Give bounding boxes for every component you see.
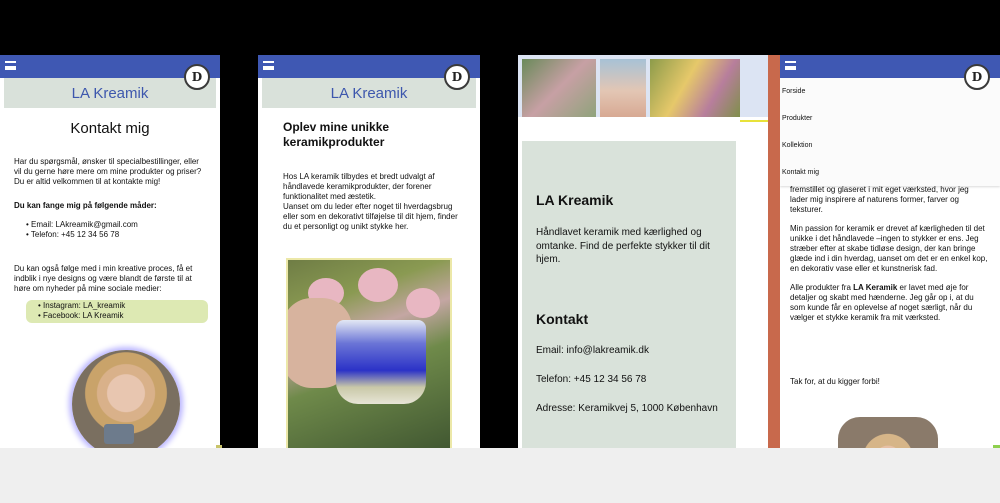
blue-mug-shape	[336, 320, 426, 404]
about-paragraph: Min passion for keramik er drevet af kær…	[790, 224, 988, 273]
contact-content: Har du spørgsmål, ønsker til specialbest…	[0, 157, 220, 323]
brand-title[interactable]: LA Kreamik	[72, 85, 149, 102]
page-title: Kontakt mig	[70, 120, 150, 137]
thanks-text: Tak for, at du kigger forbi!	[790, 377, 880, 386]
info-card: LA Kreamik Håndlavet keramik med kærligh…	[522, 141, 736, 448]
contact-heading: Kontakt	[536, 310, 589, 327]
gallery-image[interactable]	[650, 59, 740, 117]
email-item[interactable]: Email: LAkreamik@gmail.com	[26, 220, 208, 230]
address-line: Adresse: Keramikvej 5, 1000 København	[536, 402, 718, 414]
mug-image	[104, 424, 134, 444]
hamburger-menu-icon[interactable]	[263, 61, 274, 70]
contact-page-panel: D LA Kreamik Kontakt mig Har du spørgsmå…	[0, 55, 220, 448]
gallery-image[interactable]	[522, 59, 596, 117]
brand-title[interactable]: LA Kreamik	[331, 85, 408, 102]
card-tagline: Håndlavet keramik med kærlighed og omtan…	[536, 227, 710, 265]
brand-bar: LA Kreamik	[262, 78, 476, 108]
follow-text: Du kan også følge med i min kreative pro…	[14, 264, 193, 293]
profile-photo	[838, 417, 938, 448]
product-photo	[286, 258, 452, 448]
logo-icon[interactable]: D	[184, 64, 210, 90]
accent-line	[740, 120, 768, 122]
hamburger-menu-icon[interactable]	[5, 61, 16, 70]
facebook-link[interactable]: Facebook: LA Kreamik	[38, 311, 200, 321]
card-heading: LA Kreamik	[536, 192, 614, 208]
profile-photo	[72, 350, 180, 448]
about-page-panel: D Forside Produkter Kollektion Kontakt m…	[780, 55, 1000, 448]
logo-icon[interactable]: D	[964, 64, 990, 90]
about-paragraph: fremstillet og glaseret i mit eget værks…	[790, 185, 969, 214]
ways-heading: Du kan fange mig på følgende måder:	[14, 201, 157, 210]
menu-item-kollektion[interactable]: Kollektion	[780, 132, 1000, 159]
instagram-link[interactable]: Instagram: LA_kreamik	[38, 301, 200, 311]
screenshot-canvas: D LA Kreamik Kontakt mig Har du spørgsmå…	[0, 0, 1000, 503]
footer-page-panel: LA Kreamik Håndlavet keramik med kærligh…	[518, 55, 768, 448]
products-page-panel: D LA Kreamik Oplev mine unikke keramikpr…	[258, 55, 480, 448]
menu-item-kontakt[interactable]: Kontakt mig	[780, 159, 1000, 186]
intro-text-2: Uanset om du leder efter noget til hverd…	[283, 202, 458, 231]
phone-item[interactable]: Telefon: +45 12 34 56 78	[26, 230, 208, 240]
menu-item-produkter[interactable]: Produkter	[780, 105, 1000, 132]
dropdown-menu: Forside Produkter Kollektion Kontakt mig	[780, 78, 1000, 186]
intro-text: Hos LA keramik tilbydes et bredt udvalgt…	[283, 172, 435, 201]
flower-shape	[406, 288, 440, 318]
social-list: Instagram: LA_kreamik Facebook: LA Kream…	[26, 300, 208, 323]
about-content: fremstillet og glaseret i mit eget værks…	[790, 185, 988, 332]
intro-text: Har du spørgsmål, ønsker til specialbest…	[14, 157, 202, 176]
email-line[interactable]: Email: info@lakreamik.dk	[536, 345, 722, 356]
decorative-edge	[768, 55, 780, 448]
about-paragraph: Alle produkter fra LA Keramik er lavet m…	[790, 283, 974, 322]
gallery-image[interactable]	[600, 59, 646, 117]
flower-shape	[358, 268, 398, 302]
phone-line[interactable]: Telefon: +45 12 34 56 78	[536, 374, 722, 385]
page-title: Oplev mine unikke keramikprodukter	[283, 120, 390, 149]
bottom-band	[0, 448, 1000, 503]
logo-icon[interactable]: D	[444, 64, 470, 90]
contact-list: Email: LAkreamik@gmail.com Telefon: +45 …	[26, 220, 208, 240]
intro-text-2: Du er altid velkommen til at kontakte mi…	[14, 177, 161, 186]
products-content: Hos LA keramik tilbydes et bredt udvalgt…	[258, 150, 480, 232]
brand-bar: LA Kreamik	[4, 78, 216, 108]
image-gallery-strip	[518, 55, 768, 117]
hamburger-menu-icon[interactable]	[785, 61, 796, 70]
